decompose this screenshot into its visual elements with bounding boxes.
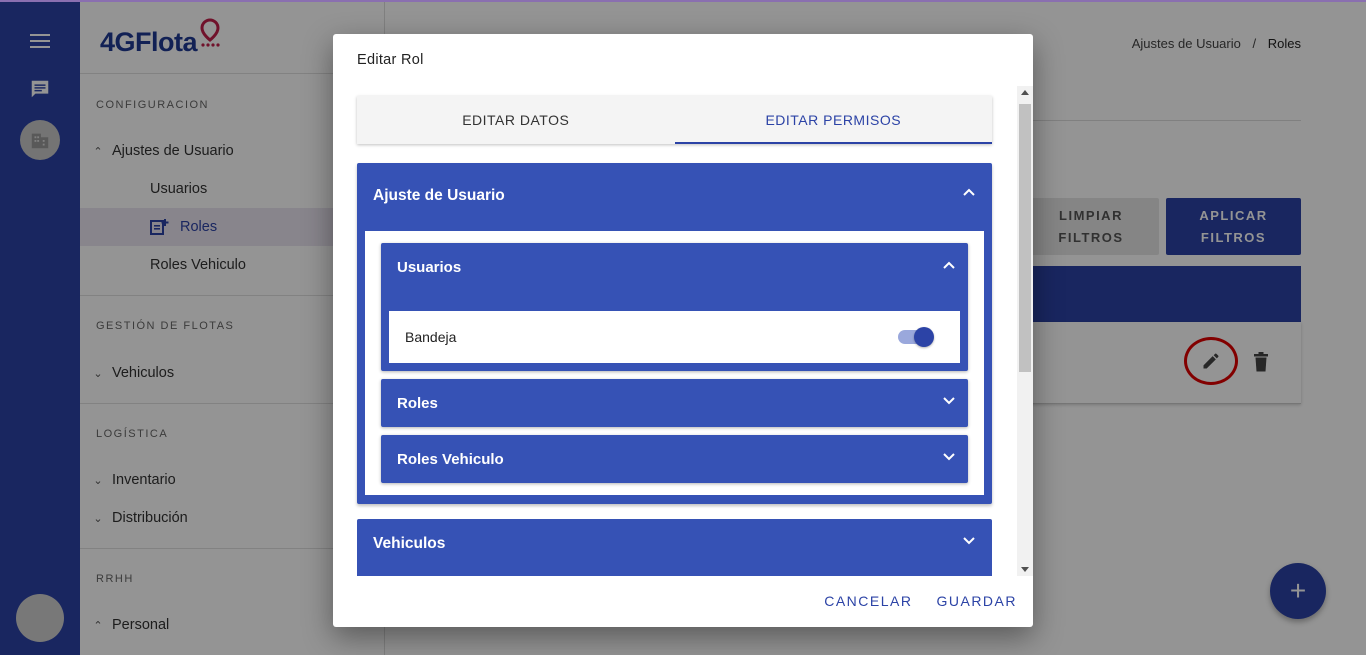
panel-roles-vehiculo-title: Roles Vehiculo <box>397 450 504 468</box>
chevron-up-icon <box>963 188 975 196</box>
dialog-actions: CANCELAR GUARDAR <box>824 593 1017 609</box>
permission-row-bandeja: Bandeja <box>389 311 960 363</box>
panel-roles-title: Roles <box>397 394 438 412</box>
panel-vehiculos-header[interactable]: Vehiculos <box>357 519 992 569</box>
panel-roles-header[interactable]: Roles <box>381 379 968 427</box>
panel-ajuste-header[interactable]: Ajuste de Usuario <box>357 163 992 229</box>
scroll-thumb[interactable] <box>1019 104 1031 372</box>
bandeja-toggle[interactable] <box>898 327 934 347</box>
scroll-down-arrow[interactable] <box>1021 567 1029 572</box>
tab-editar-datos[interactable]: EDITAR DATOS <box>357 96 675 144</box>
cancel-button[interactable]: CANCELAR <box>824 593 912 609</box>
permission-label: Bandeja <box>405 329 457 345</box>
dialog-scrollbar[interactable] <box>1017 86 1033 576</box>
tab-editar-permisos[interactable]: EDITAR PERMISOS <box>674 96 993 144</box>
save-button[interactable]: GUARDAR <box>936 593 1017 609</box>
scroll-up-arrow[interactable] <box>1021 90 1029 95</box>
panel-roles-vehiculo-header[interactable]: Roles Vehiculo <box>381 435 968 483</box>
top-accent-line <box>0 0 1366 2</box>
panel-roles-vehiculo: Roles Vehiculo <box>381 435 968 483</box>
chevron-up-icon <box>943 261 955 269</box>
panel-roles: Roles <box>381 379 968 427</box>
toggle-knob <box>914 327 934 347</box>
panel-ajuste-title: Ajuste de Usuario <box>373 187 505 204</box>
panel-vehiculos: Vehiculos <box>357 519 992 576</box>
chevron-down-icon <box>943 453 955 461</box>
edit-role-dialog: Editar Rol EDITAR DATOS EDITAR PERMISOS … <box>333 34 1033 627</box>
dialog-body: EDITAR DATOS EDITAR PERMISOS Ajuste de U… <box>333 86 1033 576</box>
panel-usuarios: Usuarios Bandeja <box>381 243 968 371</box>
panel-ajuste-content: Usuarios Bandeja Roles Roles Vehiculo <box>365 231 984 495</box>
chevron-down-icon <box>963 537 975 545</box>
panel-usuarios-title: Usuarios <box>397 258 462 276</box>
chevron-down-icon <box>943 397 955 405</box>
panel-usuarios-header[interactable]: Usuarios <box>381 243 968 291</box>
panel-ajuste-usuario: Ajuste de Usuario Usuarios Bandeja Roles… <box>357 163 992 504</box>
dialog-title: Editar Rol <box>357 52 424 68</box>
panel-vehiculos-title: Vehiculos <box>373 535 446 552</box>
dialog-tabs: EDITAR DATOS EDITAR PERMISOS <box>357 96 992 144</box>
